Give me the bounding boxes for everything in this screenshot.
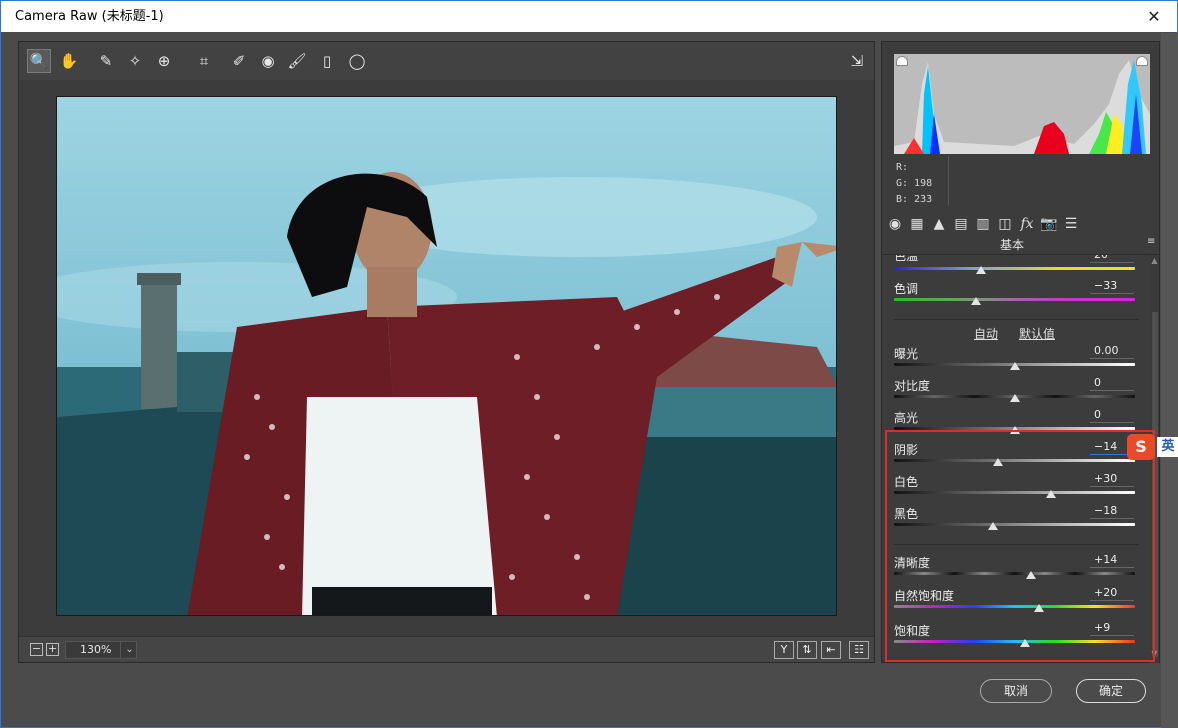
highlight-annotation-box	[885, 430, 1155, 662]
title-bar: Camera Raw (未标题-1) ✕	[1, 1, 1177, 32]
panel-title: 基本	[999, 238, 1024, 252]
open-preferences-icon[interactable]: ⇲	[845, 49, 869, 73]
window-edge	[1161, 33, 1178, 728]
temp-slider-thumb[interactable]	[975, 266, 986, 274]
preview-bottom-bar: − + 130% ⌄ Y ⇅ ⇤ ☷	[19, 636, 874, 662]
zoom-in-button[interactable]: +	[46, 643, 59, 656]
highlights-value-field[interactable]: 0	[1090, 407, 1134, 423]
crop-tool-icon[interactable]: ⌗	[192, 49, 216, 73]
tint-value-field[interactable]: −33	[1090, 278, 1134, 294]
zoom-tool-icon[interactable]: 🔍	[27, 49, 51, 73]
tint-slider-track[interactable]	[894, 298, 1135, 301]
tint-slider-thumb[interactable]	[970, 297, 981, 305]
tab-hsl-icon[interactable]: ▤	[952, 215, 970, 233]
preview-photo	[56, 96, 837, 616]
tint-label: 色调	[894, 282, 919, 296]
highlight-clipping-icon[interactable]	[1136, 56, 1148, 66]
close-icon[interactable]: ✕	[1131, 1, 1177, 32]
section-divider	[894, 319, 1139, 320]
preview-preferences-icon[interactable]: ☷	[849, 641, 869, 659]
hand-tool-icon[interactable]: ✋	[57, 49, 81, 73]
before-after-y-icon[interactable]: Y	[774, 641, 794, 659]
panel-menu-icon[interactable]: ≡	[1147, 237, 1157, 247]
contrast-slider-thumb[interactable]	[1009, 394, 1020, 402]
tab-lens-icon[interactable]: ◫	[996, 215, 1014, 233]
cancel-button[interactable]: 取消	[980, 679, 1052, 703]
exposure-slider-thumb[interactable]	[1009, 362, 1020, 370]
targeted-adjustment-tool-icon[interactable]: ⊕	[152, 49, 176, 73]
auto-link[interactable]: 自动	[974, 325, 998, 342]
graduated-filter-icon[interactable]: ▯	[315, 49, 339, 73]
tab-tone-curve-icon[interactable]: ▦	[908, 215, 926, 233]
tab-effects-icon[interactable]: fx	[1018, 215, 1036, 233]
shadow-clipping-icon[interactable]	[896, 56, 908, 66]
histogram	[894, 54, 1150, 154]
white-balance-tool-icon[interactable]: ✎	[94, 49, 118, 73]
spot-removal-tool-icon[interactable]: ✐	[227, 49, 251, 73]
color-sampler-tool-icon[interactable]: ✧	[123, 49, 147, 73]
chevron-down-icon[interactable]: ⌄	[120, 641, 138, 659]
zoom-out-button[interactable]: −	[30, 643, 43, 656]
contrast-value-field[interactable]: 0	[1090, 375, 1134, 391]
camera-raw-window: Camera Raw (未标题-1) ✕ 🔍 ✋ ✎ ✧ ⊕ ⌗ ✐ ◉ 🖌 ▯ ◯ ⇲	[0, 0, 1178, 728]
highlights-label: 高光	[894, 411, 919, 425]
copy-settings-icon[interactable]: ⇤	[821, 641, 841, 659]
rgb-g: G: 198	[896, 178, 933, 189]
preview-pane: 🔍 ✋ ✎ ✧ ⊕ ⌗ ✐ ◉ 🖌 ▯ ◯ ⇲ − + 130% ⌄ Y ⇅ ⇤…	[18, 41, 875, 663]
tool-bar: 🔍 ✋ ✎ ✧ ⊕ ⌗ ✐ ◉ 🖌 ▯ ◯	[19, 42, 874, 80]
red-eye-tool-icon[interactable]: ◉	[256, 49, 280, 73]
rgb-readout: R: G: 198 B: 233	[896, 160, 932, 208]
scroll-up-icon[interactable]: ▲	[1150, 256, 1159, 265]
tab-split-toning-icon[interactable]: ▥	[974, 215, 992, 233]
adjustment-brush-icon[interactable]: 🖌	[285, 49, 309, 73]
rgb-b: B: 233	[896, 194, 933, 205]
tab-detail-icon[interactable]: ▲	[930, 215, 948, 233]
ime-sogou-icon[interactable]: S	[1127, 434, 1155, 460]
exposure-value-field[interactable]: 0.00	[1090, 343, 1134, 359]
panel-tabs: ◉ ▦ ▲ ▤ ▥ ◫ fx 📷 ☰	[882, 212, 1159, 236]
tab-presets-icon[interactable]: ☰	[1062, 215, 1080, 233]
tab-camera-calibration-icon[interactable]: 📷	[1040, 215, 1058, 233]
temp-slider-track[interactable]	[894, 267, 1135, 270]
window-title: Camera Raw (未标题-1)	[15, 9, 164, 24]
default-link[interactable]: 默认值	[1019, 325, 1055, 342]
radial-filter-icon[interactable]: ◯	[345, 49, 369, 73]
image-preview-area	[19, 80, 874, 636]
ime-language-indicator[interactable]: 英	[1157, 437, 1178, 457]
exposure-label: 曝光	[894, 347, 919, 361]
readout-divider	[948, 156, 949, 206]
tab-basic-icon[interactable]: ◉	[886, 215, 904, 233]
contrast-label: 对比度	[894, 379, 931, 393]
rgb-r: R:	[896, 162, 909, 173]
swap-settings-icon[interactable]: ⇅	[797, 641, 817, 659]
ok-button[interactable]: 确定	[1076, 679, 1146, 703]
